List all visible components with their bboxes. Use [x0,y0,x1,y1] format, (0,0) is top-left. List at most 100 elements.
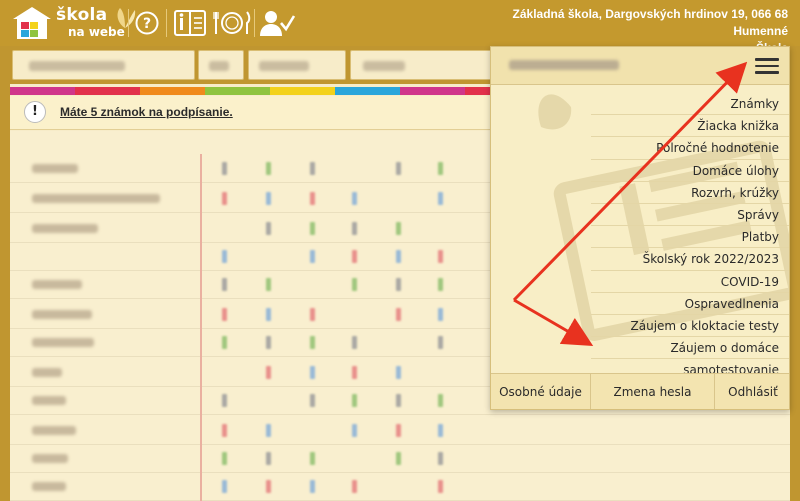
grade-mark [266,366,271,379]
grade-mark [352,366,357,379]
grade-mark [396,424,401,437]
grade-mark [266,192,271,205]
user-name [509,60,619,70]
menu-header [491,47,789,85]
grade-mark [266,336,271,349]
grade-mark [310,308,315,321]
grade-mark [266,480,271,493]
grade-mark [222,278,227,291]
menu-item[interactable]: Domáce úlohy [591,160,789,182]
logo[interactable]: škola na webe [12,4,136,42]
subject-name [32,482,66,491]
grade-mark [396,222,401,235]
grade-mark [438,480,443,493]
grade-mark [352,222,357,235]
stripe-segment [400,87,465,95]
stripe-segment [75,87,140,95]
grade-mark [438,192,443,205]
grade-mark [310,480,315,493]
menu-item[interactable]: Polročné hodnotenie [591,137,789,160]
main-menu-dropdown: Známky Žiacka knižka Polročné hodnotenie Do… [490,46,790,410]
grade-mark [266,162,271,175]
menu-item[interactable]: Ospravedlnenia [591,293,789,315]
user-check-icon[interactable] [258,7,296,39]
grade-mark [310,366,315,379]
grade-mark [222,452,227,465]
grade-mark [310,250,315,263]
grade-mark [438,308,443,321]
house-logo-icon [13,7,51,39]
menu-item[interactable]: Školský rok 2022/2023 [591,248,789,271]
table-row [10,416,790,445]
student-select[interactable] [12,50,195,80]
stripe-segment [205,87,270,95]
subject-name [32,396,66,405]
grade-mark [438,452,443,465]
view-select[interactable] [350,50,492,80]
grade-mark [396,278,401,291]
menu-footer: Osobné údaje Zmena hesla Odhlásiť [491,373,789,409]
subject-name [32,368,62,377]
subject-name [32,280,82,289]
top-bar: škola na webe ? Základná škola, Dargovsk… [0,0,800,55]
grade-mark [222,336,227,349]
dining-icon[interactable] [212,7,252,39]
grade-mark [310,222,315,235]
stripe-segment [335,87,400,95]
grade-mark [266,278,271,291]
grade-mark [352,250,357,263]
class-select[interactable] [198,50,244,80]
menu-item[interactable]: COVID-19 [591,271,789,293]
logo-text: škola [56,5,108,25]
grade-mark [438,162,443,175]
student-book-icon[interactable] [172,7,208,39]
grade-mark [352,278,357,291]
separator [254,9,255,37]
sign-grades-link[interactable]: Máte 5 známok na podpísanie. [60,105,233,119]
change-password-button[interactable]: Zmena hesla [591,374,715,409]
separator [166,9,167,37]
stripe-segment [270,87,335,95]
svg-text:?: ? [143,16,151,32]
menu-item[interactable]: Záujem o kloktacie testy [591,315,789,338]
menu-item[interactable]: Rozvrh, krúžky [591,182,789,204]
grade-mark [310,452,315,465]
column-divider [200,154,202,501]
grade-mark [396,394,401,407]
grade-mark [266,222,271,235]
subject-name [32,194,160,203]
help-icon[interactable]: ? [133,7,161,39]
subject-name [32,164,78,173]
menu-item[interactable]: Známky [591,93,789,116]
grade-mark [266,308,271,321]
grade-mark [352,192,357,205]
stripe-segment [10,87,75,95]
grade-mark [396,250,401,263]
menu-item[interactable]: Žiacka knižka [591,115,789,138]
logout-button[interactable]: Odhlásiť [715,374,789,409]
grade-mark [222,250,227,263]
subject-name [32,454,68,463]
period-select[interactable] [248,50,346,80]
grade-mark [222,394,227,407]
menu-item[interactable]: Správy [591,204,789,227]
grade-mark [438,424,443,437]
grade-mark [438,250,443,263]
subject-name [32,310,92,319]
grade-mark [266,452,271,465]
personal-info-button[interactable]: Osobné údaje [491,374,591,409]
grade-mark [396,452,401,465]
hamburger-menu-icon[interactable] [755,57,779,75]
menu-item[interactable]: Záujem o domáce samotestovanie [591,337,789,377]
subject-name [32,426,76,435]
grade-mark [310,162,315,175]
grade-mark [438,278,443,291]
menu-item[interactable]: Platby [591,226,789,249]
grade-mark [222,424,227,437]
grade-mark [438,394,443,407]
grade-mark [310,336,315,349]
subject-name [32,338,94,347]
grade-mark [396,366,401,379]
table-row [10,472,790,501]
table-row [10,444,790,473]
